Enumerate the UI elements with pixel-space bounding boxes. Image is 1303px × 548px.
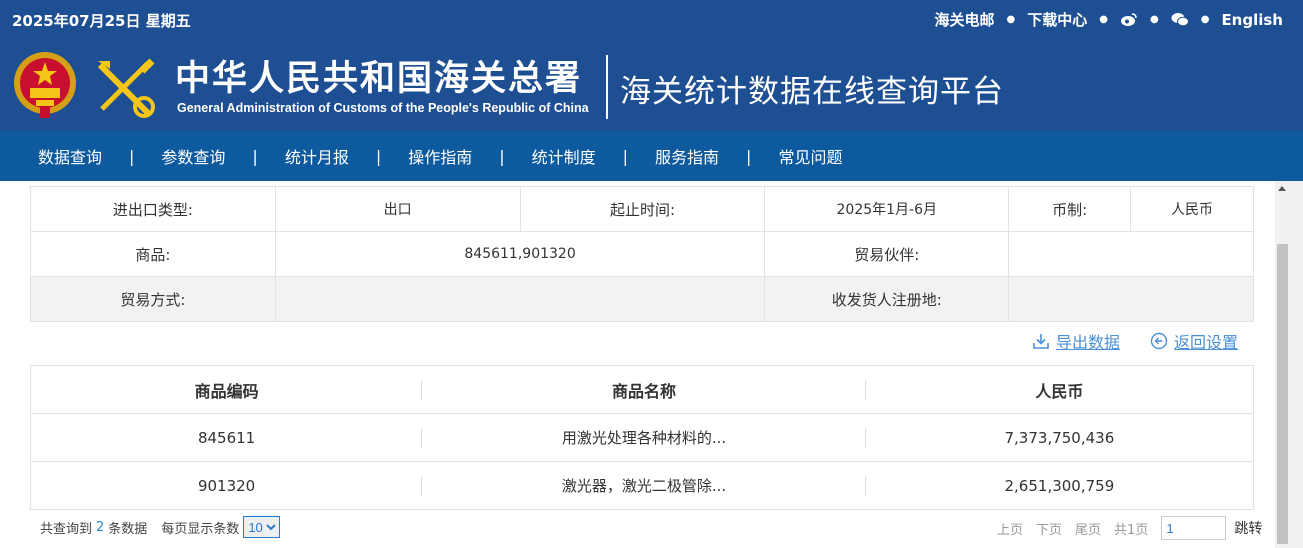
table-row: 901320 激光器，激光二极管除... 2,651,300,759	[30, 461, 1254, 510]
site-title-en: General Administration of Customs of the…	[177, 101, 589, 115]
nav-item-service[interactable]: 服务指南	[655, 144, 719, 168]
per-page-select[interactable]: 10	[243, 516, 281, 538]
nav-separator: |	[499, 146, 505, 166]
export-data-button[interactable]: 导出数据	[1032, 329, 1120, 353]
result-summary: 共查询到 2 条数据 每页显示条数 10	[40, 516, 281, 538]
nav-separator: |	[746, 146, 752, 166]
trade-mode-value	[274, 276, 766, 322]
nav-item-data-query[interactable]: 数据查询	[38, 144, 102, 168]
separator-dot: ●	[1006, 14, 1016, 25]
period-value: 2025年1月-6月	[764, 186, 1010, 232]
title-divider	[606, 55, 608, 119]
column-header-code[interactable]: 商品编码	[30, 365, 423, 414]
nav-separator: |	[252, 146, 258, 166]
trade-mode-label: 贸易方式:	[30, 276, 276, 322]
result-actions: 导出数据 返回设置	[1032, 329, 1238, 353]
page-number-input[interactable]	[1161, 516, 1227, 540]
column-header-name[interactable]: 商品名称	[422, 365, 866, 414]
period-label: 起止时间:	[519, 186, 766, 232]
back-to-settings-label: 返回设置	[1174, 333, 1239, 352]
cell-name[interactable]: 用激光处理各种材料的...	[422, 413, 866, 462]
registry-label: 收发货人注册地:	[764, 276, 1010, 322]
separator-dot: ●	[1200, 14, 1210, 25]
results-table: 商品编码 商品名称 人民币 845611 用激光处理各种材料的... 7,373…	[30, 365, 1254, 510]
back-arrow-circle-icon	[1150, 332, 1168, 350]
cell-code: 845611	[30, 413, 423, 462]
cell-rmb: 2,651,300,759	[865, 461, 1254, 510]
main-nav: 数据查询 | 参数查询 | 统计月报 | 操作指南 | 统计制度 | 服务指南 …	[0, 131, 1303, 181]
site-header: 2025年07月25日 星期五 海关电邮 ● 下载中心 ● ● ● Englis…	[0, 0, 1303, 131]
results-header-row: 商品编码 商品名称 人民币	[30, 365, 1254, 414]
currency-label: 币制:	[1008, 186, 1132, 232]
nav-item-param-query[interactable]: 参数查询	[161, 144, 225, 168]
download-center-link[interactable]: 下载中心	[1027, 9, 1087, 30]
table-row: 845611 用激光处理各种材料的... 7,373,750,436	[30, 413, 1254, 462]
wechat-icon[interactable]	[1171, 12, 1189, 28]
total-suffix: 条数据	[108, 521, 148, 537]
cell-rmb: 7,373,750,436	[865, 413, 1254, 462]
platform-title: 海关统计数据在线查询平台	[620, 74, 1004, 110]
go-to-page-button[interactable]: 跳转	[1234, 518, 1262, 538]
goods-value: 845611,901320	[274, 231, 766, 277]
cell-name[interactable]: 激光器，激光二极管除...	[422, 461, 866, 510]
goods-label: 商品:	[30, 231, 276, 277]
customs-key-emblem-icon	[92, 55, 158, 121]
download-icon	[1033, 334, 1049, 349]
partner-value	[1008, 231, 1254, 277]
per-page-label: 每页显示条数	[161, 521, 240, 537]
customs-email-link[interactable]: 海关电邮	[934, 9, 994, 30]
nav-separator: |	[129, 146, 135, 166]
current-date: 2025年07月25日 星期五	[12, 12, 191, 30]
nav-item-monthly-report[interactable]: 统计月报	[285, 144, 349, 168]
english-link[interactable]: English	[1221, 11, 1283, 29]
site-title-cn: 中华人民共和国海关总署	[175, 58, 583, 99]
top-links: 海关电邮 ● 下载中心 ● ● ● English	[934, 9, 1283, 30]
currency-value: 人民币	[1130, 186, 1254, 232]
nav-separator: |	[375, 146, 382, 166]
last-page-link[interactable]: 尾页	[1075, 519, 1101, 538]
nav-item-faq[interactable]: 常见问题	[778, 144, 842, 168]
cell-code: 901320	[30, 461, 423, 510]
export-data-label: 导出数据	[1056, 333, 1121, 352]
next-page-link[interactable]: 下页	[1036, 519, 1062, 538]
trade-type-label: 进出口类型:	[30, 186, 276, 232]
separator-dot: ●	[1149, 14, 1159, 25]
partner-label: 贸易伙伴:	[764, 231, 1010, 277]
national-emblem-icon	[12, 50, 78, 120]
nav-item-guide[interactable]: 操作指南	[408, 144, 472, 168]
scrollbar-thumb[interactable]	[1277, 244, 1288, 544]
weibo-icon[interactable]	[1120, 12, 1138, 28]
page-count: 共1页	[1114, 522, 1149, 538]
nav-separator: |	[622, 146, 629, 166]
pagination: 上页 下页 尾页 共1页 跳转	[997, 516, 1275, 540]
trade-type-value: 出口	[274, 186, 521, 232]
query-conditions-table: 进出口类型: 出口 起止时间: 2025年1月-6月 币制: 人民币 商品: 8…	[30, 186, 1254, 322]
total-count: 2	[96, 519, 105, 535]
registry-value	[1008, 276, 1254, 322]
prev-page-link[interactable]: 上页	[997, 519, 1023, 538]
total-prefix: 共查询到	[40, 521, 93, 537]
separator-dot: ●	[1099, 14, 1108, 25]
nav-item-system[interactable]: 统计制度	[532, 144, 596, 168]
column-header-rmb[interactable]: 人民币	[865, 365, 1254, 414]
back-to-settings-button[interactable]: 返回设置	[1150, 329, 1238, 353]
scroll-up-arrow-icon[interactable]	[1278, 186, 1286, 191]
